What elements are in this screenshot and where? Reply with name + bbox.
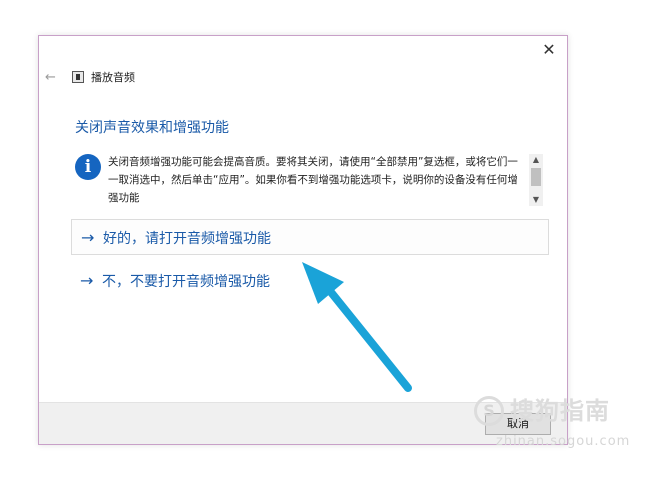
watermark: S 搜狗指南 zhinan.sogou.com: [470, 394, 640, 464]
watermark-url: zhinan.sogou.com: [496, 434, 631, 449]
sogou-logo-icon: S: [474, 396, 504, 426]
watermark-brand: 搜狗指南: [510, 397, 610, 425]
